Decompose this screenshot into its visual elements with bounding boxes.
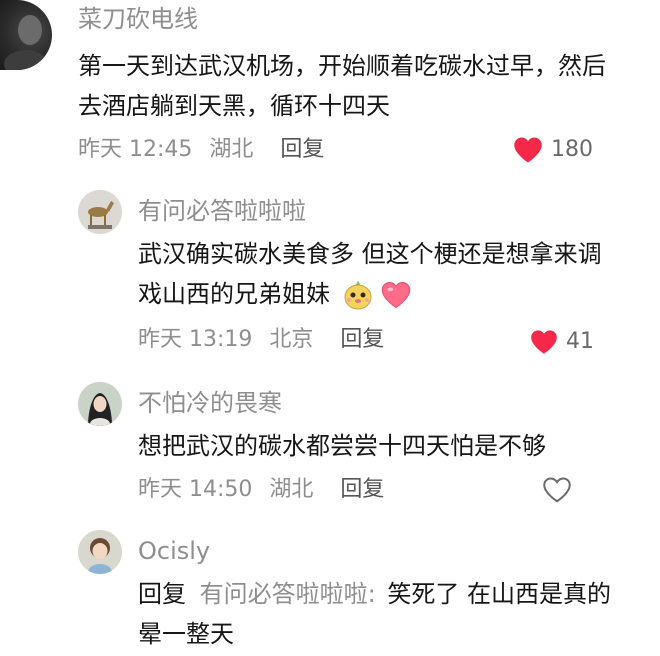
avatar[interactable] — [78, 190, 122, 234]
like-button[interactable]: 41 — [530, 328, 594, 356]
heart-filled-icon — [514, 137, 542, 163]
reply-time: 昨天 14:50 — [138, 477, 253, 502]
reply-button[interactable]: 回复 — [280, 137, 324, 162]
like-button[interactable] — [542, 476, 572, 504]
heart-filled-icon — [531, 330, 557, 354]
reply-text-line-1-text: 笑死了 在山西是真的 — [387, 580, 612, 608]
cartoon-face-emoji-icon — [344, 281, 372, 310]
reply-time: 昨天 13:19 — [138, 327, 253, 352]
horse-statue-avatar-icon — [78, 190, 122, 234]
reply-location: 北京 — [269, 327, 314, 352]
reply-prefix: 回复 — [138, 580, 186, 608]
comment-location: 湖北 — [209, 137, 254, 162]
reply-meta: 昨天 14:50 湖北 回复 — [138, 476, 384, 504]
reply-username[interactable]: 有问必答啦啦啦 — [138, 196, 306, 226]
like-count: 41 — [566, 329, 594, 354]
comment-meta: 昨天 12:45 湖北 回复 — [78, 136, 324, 164]
comment-text-line-2: 去酒店躺到天黑，循环十四天 — [78, 92, 390, 120]
reply-location: 湖北 — [269, 477, 314, 502]
avatar[interactable] — [78, 382, 122, 426]
child-portrait-avatar-icon — [78, 530, 122, 574]
avatar-image-icon — [4, 15, 48, 70]
reply-text-line-1: 想把武汉的碳水都尝尝十四天怕是不够 — [138, 432, 546, 460]
reply-text-line-2: 晕一整天 — [138, 620, 234, 648]
reply-meta: 昨天 13:19 北京 回复 — [138, 326, 384, 354]
comment-time: 昨天 12:45 — [78, 137, 193, 162]
like-button[interactable]: 180 — [513, 136, 593, 164]
reply-text-line-2: 戏山西的兄弟姐妹 — [138, 274, 411, 314]
heart-outline-icon — [543, 477, 571, 503]
like-count: 180 — [551, 137, 593, 162]
reply-text-line-2-text: 戏山西的兄弟姐妹 — [138, 280, 330, 308]
girl-portrait-avatar-icon — [78, 382, 122, 426]
reply-text-line-1: 武汉确实碳水美食多 但这个梗还是想拿来调 — [138, 240, 602, 268]
pink-heart-emoji-icon — [382, 281, 411, 309]
avatar[interactable] — [78, 530, 122, 574]
reply-target-username[interactable]: 有问必答啦啦啦: — [200, 580, 376, 608]
reply-button[interactable]: 回复 — [340, 477, 384, 502]
avatar[interactable] — [0, 0, 52, 70]
comment-text-line-1: 第一天到达武汉机场，开始顺着吃碳水过早，然后 — [78, 52, 606, 80]
comment-username[interactable]: 菜刀砍电线 — [78, 4, 198, 34]
reply-username[interactable]: Ocisly — [138, 536, 210, 566]
reply-text-line-1: 回复 有问必答啦啦啦: 笑死了 在山西是真的 — [138, 574, 611, 614]
reply-username[interactable]: 不怕冷的畏寒 — [138, 388, 282, 418]
reply-button[interactable]: 回复 — [340, 327, 384, 352]
